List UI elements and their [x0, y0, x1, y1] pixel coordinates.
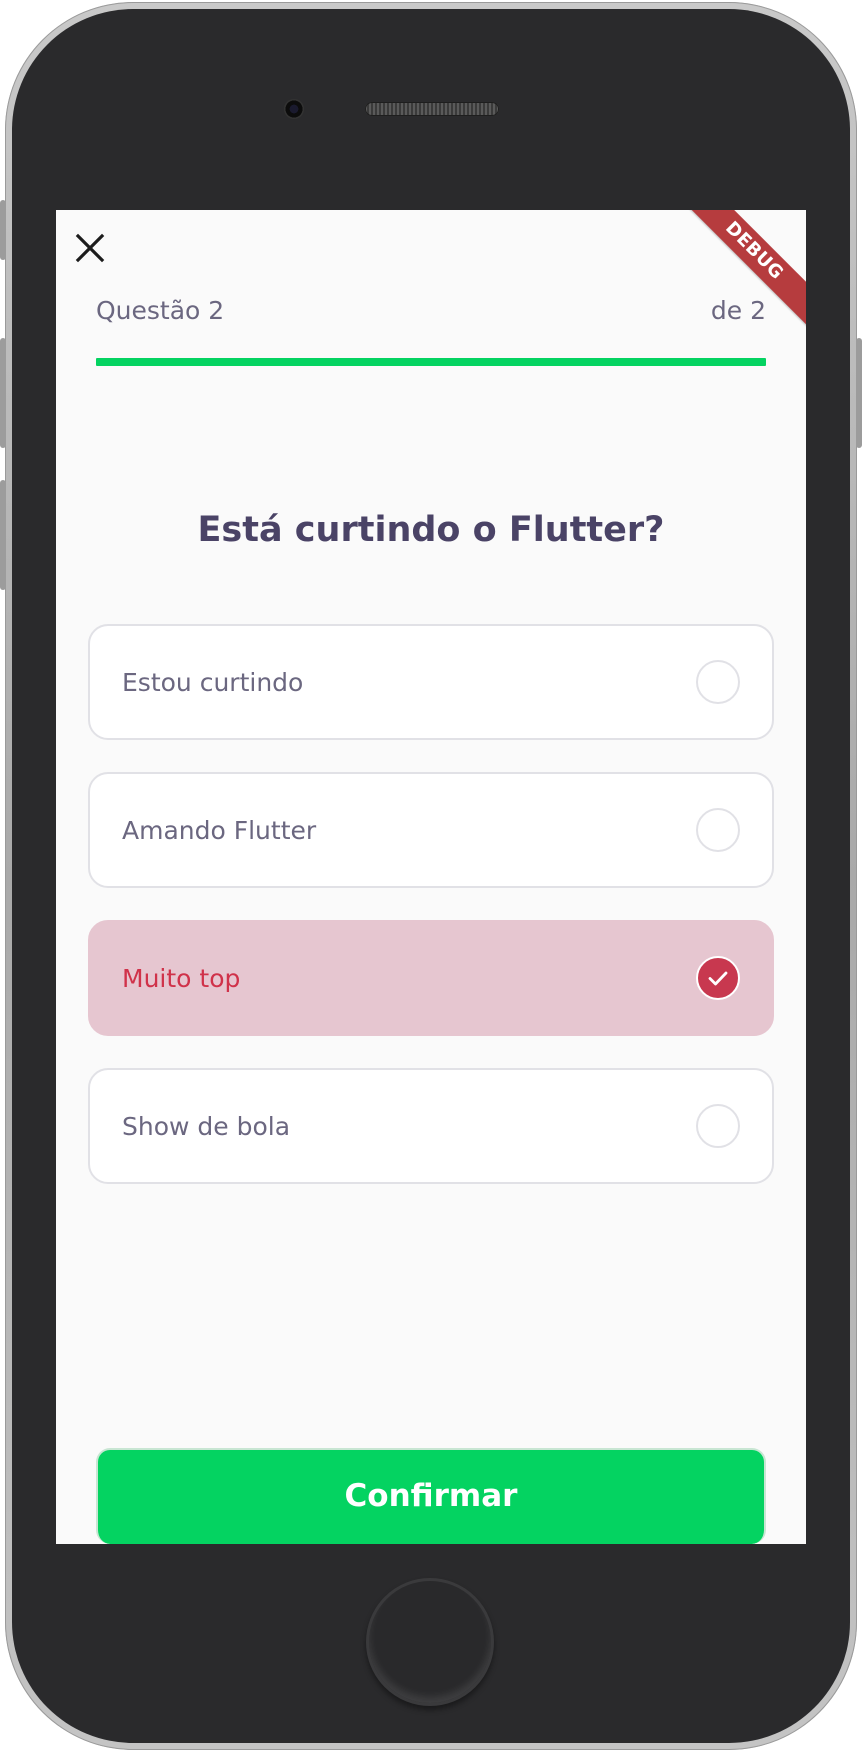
- answer-option-label: Amando Flutter: [122, 815, 317, 845]
- mute-switch: [0, 200, 6, 260]
- progress-bar-fill: [96, 358, 766, 366]
- radio-circle-icon[interactable]: [696, 808, 740, 852]
- question-counter: Questão 2: [96, 295, 225, 325]
- question-progress-header: Questão 2 de 2: [96, 292, 766, 328]
- question-title: Está curtindo o Flutter?: [197, 510, 665, 550]
- close-icon-glyph: [75, 233, 105, 263]
- volume-down-button: [0, 480, 6, 590]
- power-button: [856, 338, 862, 448]
- check-icon[interactable]: [696, 956, 740, 1000]
- answer-option[interactable]: Muito top: [88, 920, 774, 1036]
- home-button[interactable]: [366, 1578, 494, 1706]
- answer-option-label: Muito top: [122, 963, 241, 993]
- confirm-button[interactable]: Confirmar: [96, 1448, 766, 1544]
- answer-option-label: Estou curtindo: [122, 667, 304, 697]
- front-camera: [284, 99, 304, 119]
- answer-list: Estou curtindo Amando Flutter Muito top Sho…: [88, 624, 774, 1216]
- close-icon[interactable]: [74, 232, 106, 264]
- question-total: de 2: [710, 295, 766, 325]
- answer-option-label: Show de bola: [122, 1111, 291, 1141]
- answer-option[interactable]: Estou curtindo: [88, 624, 774, 740]
- progress-bar: [96, 358, 766, 366]
- answer-option[interactable]: Amando Flutter: [88, 772, 774, 888]
- radio-circle-icon[interactable]: [696, 660, 740, 704]
- answer-option[interactable]: Show de bola: [88, 1068, 774, 1184]
- earpiece-speaker: [365, 102, 499, 116]
- radio-circle-icon[interactable]: [696, 1104, 740, 1148]
- volume-up-button: [0, 338, 6, 448]
- app-screen: DEBUG Questão 2 de 2 Está curtindo o Flu…: [56, 210, 806, 1544]
